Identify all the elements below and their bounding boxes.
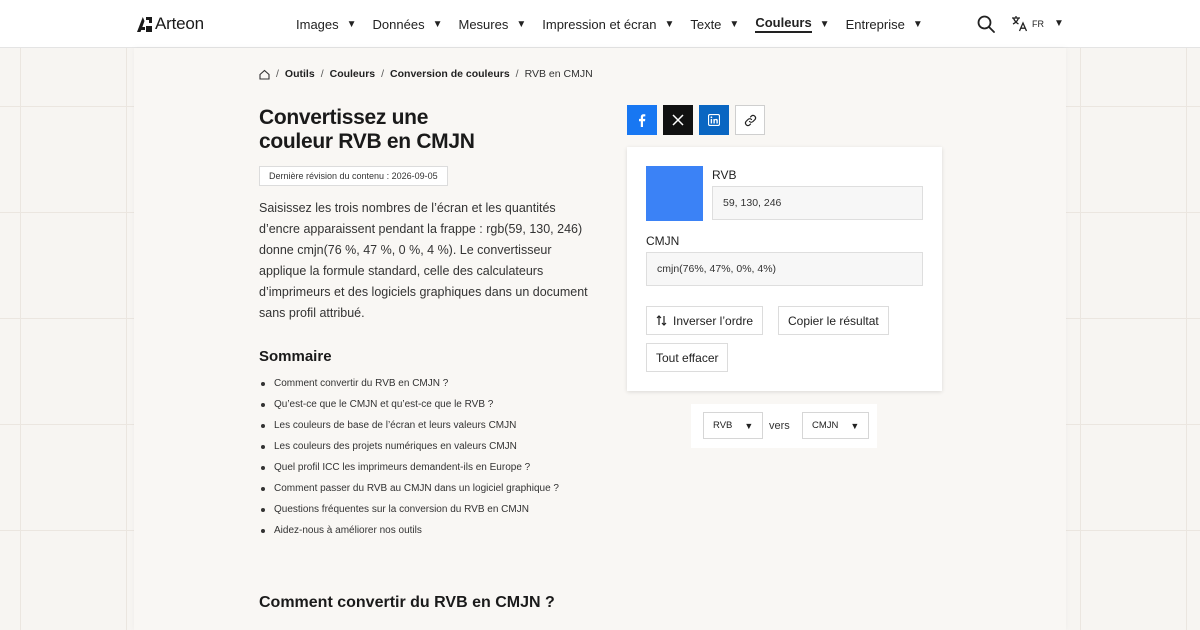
from-format-value: RVB: [713, 420, 733, 431]
to-format-value: CMJN: [812, 420, 839, 431]
rvb-label: RVB: [712, 168, 737, 182]
toc-item[interactable]: Comment passer du RVB au CMJN dans un lo…: [259, 478, 559, 499]
search-icon: [977, 15, 995, 33]
nav-item-images[interactable]: Images ▼: [296, 0, 357, 48]
to-format-select[interactable]: CMJN ▼: [802, 412, 870, 439]
rvb-input[interactable]: [712, 186, 923, 220]
format-bar: RVB ▼ vers CMJN ▼: [691, 404, 877, 448]
copy-result-button[interactable]: Copier le résultat: [778, 306, 889, 335]
site-header: Arteon Images ▼ Données ▼ Mesures ▼ Impr…: [0, 0, 1200, 48]
toc-item[interactable]: Qu’est-ce que le CMJN et qu’est-ce que l…: [259, 394, 559, 415]
breadcrumb-current: RVB en CMJN: [524, 68, 593, 80]
breadcrumb: / Outils / Couleurs / Conversion de coul…: [259, 68, 593, 80]
chevron-down-icon: ▼: [1054, 18, 1064, 29]
cmjn-label: CMJN: [646, 234, 680, 248]
toc-item[interactable]: Questions fréquentes sur la conversion d…: [259, 499, 559, 520]
logo-text: Arteon: [155, 14, 204, 33]
x-icon: [672, 114, 684, 126]
toc-item[interactable]: Quel profil ICC les imprimeurs demandent…: [259, 457, 559, 478]
breadcrumb-link-couleurs[interactable]: Couleurs: [330, 68, 376, 80]
chevron-down-icon: ▼: [912, 18, 923, 30]
swap-order-button[interactable]: Inverser l’ordre: [646, 306, 764, 335]
linkedin-icon: [708, 114, 720, 126]
toc-item[interactable]: Les couleurs de base de l’écran et leurs…: [259, 415, 559, 436]
converter-panel: RVB CMJN Inverser l’ordre Copier le résu…: [627, 147, 942, 391]
share-x-button[interactable]: [663, 105, 693, 135]
nav-item-entreprise[interactable]: Entreprise ▼: [846, 0, 923, 48]
table-of-contents: Comment convertir du RVB en CMJN ? Qu’es…: [259, 373, 559, 541]
breadcrumb-link-conversion[interactable]: Conversion de couleurs: [390, 68, 510, 80]
intro-text: Saisissez les trois nombres de l’écran e…: [259, 201, 588, 320]
chevron-down-icon: ▼: [744, 420, 754, 431]
breadcrumb-separator: /: [276, 68, 279, 80]
logo-icon: [137, 16, 152, 32]
share-bar: [627, 105, 765, 135]
chevron-down-icon: ▼: [819, 18, 830, 30]
color-swatch: [646, 166, 703, 221]
page-title: Convertissez une couleur RVB en CMJN: [259, 106, 559, 154]
chevron-down-icon: ▼: [346, 18, 357, 30]
nav-label: Mesures: [458, 16, 509, 32]
copy-result-label: Copier le résultat: [788, 313, 879, 328]
nav-label: Entreprise: [845, 16, 905, 32]
toc-title: Sommaire: [259, 348, 332, 365]
share-facebook-button[interactable]: [627, 105, 657, 135]
section-title: Comment convertir du RVB en CMJN ?: [259, 594, 555, 611]
nav-label: Texte: [690, 16, 722, 32]
language-code: FR: [1032, 18, 1044, 29]
nav-label: Impression et écran: [542, 16, 657, 32]
logo[interactable]: Arteon: [137, 14, 204, 34]
share-linkedin-button[interactable]: [699, 105, 729, 135]
chevron-down-icon: ▼: [850, 420, 860, 431]
nav-item-impression-ecran[interactable]: Impression et écran ▼: [542, 0, 674, 48]
nav-label: Images: [296, 16, 339, 32]
nav-item-couleurs[interactable]: Couleurs ▼: [755, 0, 830, 48]
clear-all-label: Tout effacer: [656, 350, 719, 365]
link-icon: [744, 114, 756, 126]
breadcrumb-link-outils[interactable]: Outils: [285, 68, 315, 80]
nav-item-texte[interactable]: Texte ▼: [690, 0, 739, 48]
toc-item[interactable]: Les couleurs des projets numériques en v…: [259, 436, 559, 457]
chevron-down-icon: ▼: [516, 18, 527, 30]
chevron-down-icon: ▼: [432, 18, 443, 30]
cmjn-output[interactable]: [646, 252, 923, 286]
swap-order-label: Inverser l’ordre: [673, 313, 754, 328]
translate-icon: [1012, 16, 1028, 32]
search-button[interactable]: [977, 15, 995, 33]
main-nav: Images ▼ Données ▼ Mesures ▼ Impression …: [296, 0, 939, 48]
swap-vertical-icon: [656, 315, 667, 326]
chevron-down-icon: ▼: [664, 18, 675, 30]
breadcrumb-separator: /: [515, 68, 519, 80]
nav-item-donnees[interactable]: Données ▼: [373, 0, 443, 48]
clear-all-button[interactable]: Tout effacer: [646, 343, 729, 372]
copy-link-button[interactable]: [735, 105, 765, 135]
main-content: / Outils / Couleurs / Conversion de coul…: [134, 48, 1066, 630]
revision-badge: Dernière révision du contenu : 2026-09-0…: [259, 166, 448, 186]
page-title-line1: Convertissez une: [259, 106, 429, 129]
from-format-select[interactable]: RVB ▼: [703, 412, 764, 439]
home-icon[interactable]: [259, 69, 270, 80]
nav-label: Données: [372, 16, 425, 32]
toc-item[interactable]: Comment convertir du RVB en CMJN ?: [259, 373, 559, 394]
chevron-down-icon: ▼: [729, 18, 740, 30]
breadcrumb-separator: /: [381, 68, 385, 80]
nav-item-mesures[interactable]: Mesures ▼: [459, 0, 527, 48]
nav-label: Couleurs: [755, 15, 812, 33]
breadcrumb-separator: /: [320, 68, 324, 80]
facebook-icon: [639, 113, 646, 127]
vers-label: vers: [769, 420, 790, 432]
language-switcher[interactable]: FR ▼: [1011, 15, 1064, 32]
toc-item[interactable]: Aidez-nous à améliorer nos outils: [259, 520, 559, 541]
page-title-line2: couleur RVB en CMJN: [259, 130, 475, 153]
